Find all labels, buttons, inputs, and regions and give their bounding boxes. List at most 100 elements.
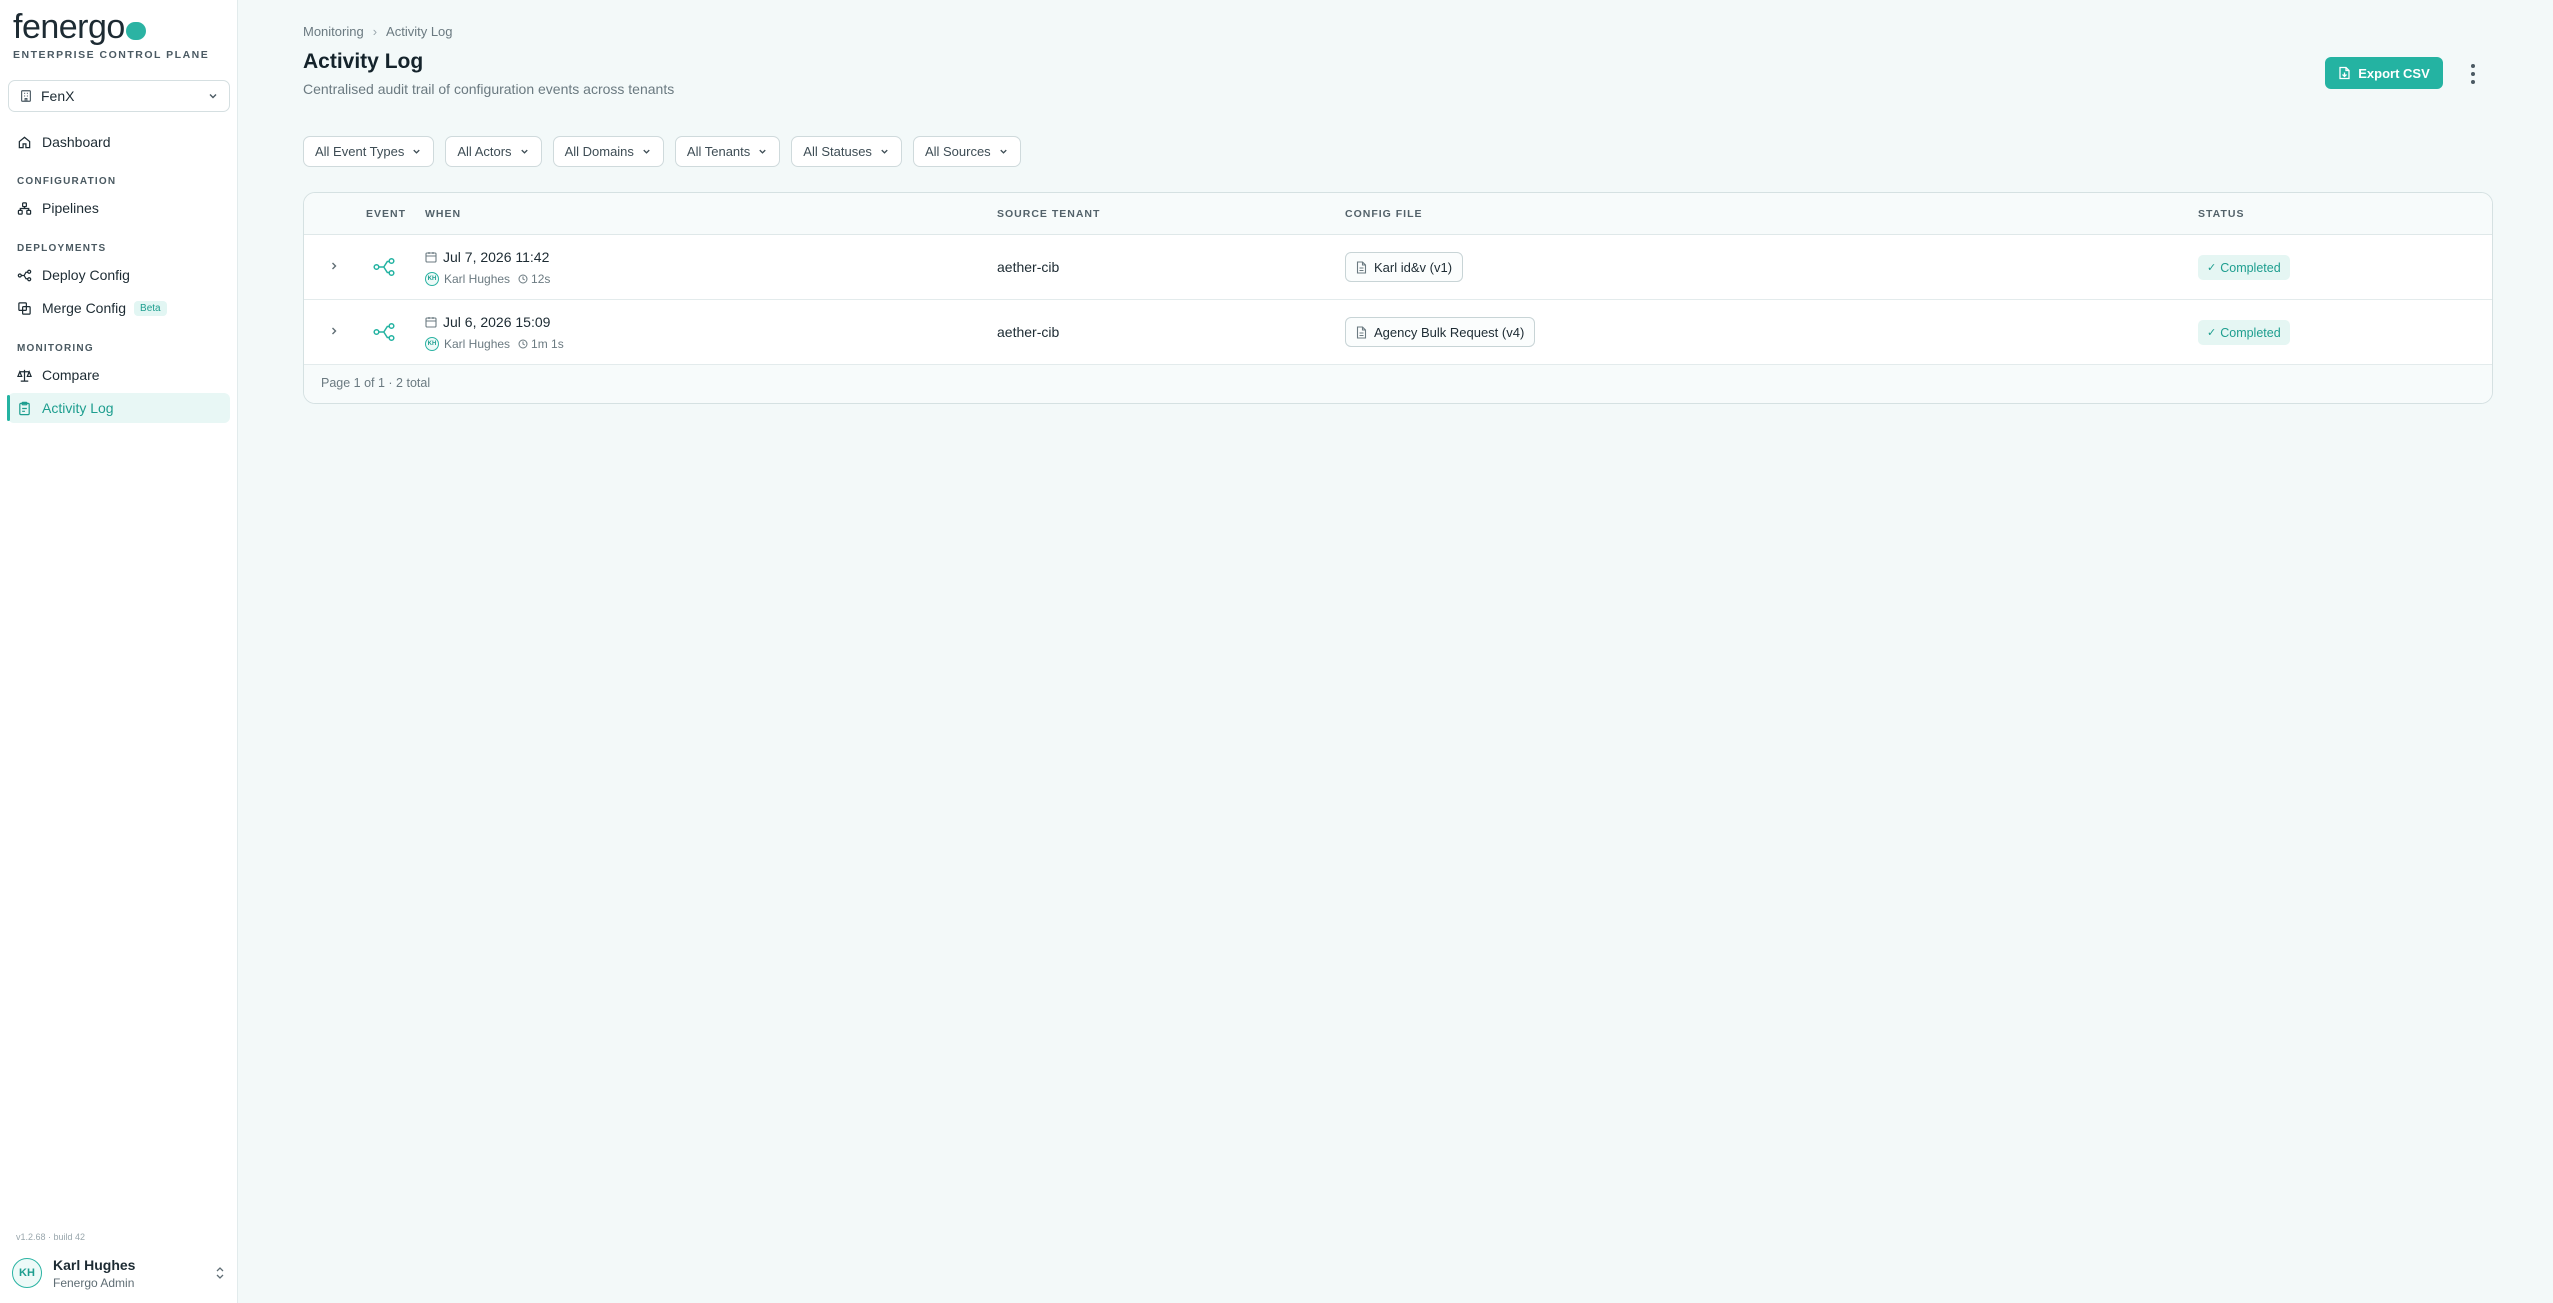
check-icon: ✓ [2207,327,2217,339]
user-menu[interactable]: KH Karl Hughes Fenergo Admin [12,1255,226,1291]
nav-section-configuration: CONFIGURATION [17,176,117,187]
filter-bar: All Event Types All Actors All Domains A… [303,136,1021,167]
deploy-event-icon [373,257,395,277]
table-row[interactable]: Jul 6, 2026 15:09 KH Karl Hughes 1m 1s a… [304,300,2492,365]
export-csv-label: Export CSV [2358,65,2430,81]
config-file-name: Agency Bulk Request (v4) [1374,324,1525,340]
scale-icon [17,369,32,382]
nav-section-monitoring: MONITORING [17,343,94,354]
source-tenant: aether-cib [997,324,1060,340]
chevron-down-icon [520,149,528,154]
config-file-chip[interactable]: Agency Bulk Request (v4) [1345,317,1536,347]
filter-event-types[interactable]: All Event Types [303,136,435,167]
brand-name: fenergo [13,8,125,46]
brand-dot-icon [125,21,146,40]
chevron-right-icon[interactable] [328,325,340,337]
status-label: Completed [2220,325,2281,340]
file-icon [1356,260,1367,274]
chevron-down-icon [999,149,1007,154]
sidebar-item-label: Pipelines [42,200,99,216]
sidebar-item-activity-log[interactable]: Activity Log [7,393,230,423]
sidebar-item-label: Activity Log [42,400,114,416]
export-csv-button[interactable]: Export CSV [2325,57,2443,89]
activity-table: EVENT WHEN SOURCE TENANT CONFIG FILE STA… [303,192,2493,404]
deploy-event-icon [373,322,395,342]
nav-section-deployments: DEPLOYMENTS [17,243,107,254]
filter-domains[interactable]: All Domains [552,136,664,167]
sidebar-item-pipelines[interactable]: Pipelines [8,193,230,223]
actor-avatar: KH [425,337,439,351]
chevron-down-icon [643,149,650,154]
brand-subtitle: ENTERPRISE CONTROL PLANE [13,49,210,61]
chevron-down-icon [413,149,421,154]
event-duration: 1m 1s [531,337,564,351]
sidebar-item-label: Merge Config [42,300,127,316]
chevron-down-icon [881,149,888,154]
check-icon: ✓ [2207,262,2217,274]
sidebar-item-deploy-config[interactable]: Deploy Config [8,260,230,290]
sidebar-item-merge-config[interactable]: Merge Config Beta [8,293,230,323]
status-label: Completed [2220,260,2281,275]
column-header-event: EVENT [366,208,407,220]
event-duration: 12s [531,272,551,286]
breadcrumb-separator-icon: › [372,24,378,39]
merge-icon [18,301,31,315]
sidebar-item-label: Compare [42,367,100,383]
sidebar: fenergo ENTERPRISE CONTROL PLANE FenX Da… [0,0,238,1303]
avatar: KH [12,1258,42,1288]
column-header-when: WHEN [425,208,462,220]
calendar-icon [425,252,437,263]
user-role: Fenergo Admin [53,1275,135,1290]
config-file-chip[interactable]: Karl id&v (v1) [1345,252,1464,282]
tenant-selector-value: FenX [41,88,75,104]
brand-logo[interactable]: fenergo ENTERPRISE CONTROL PLANE [13,8,209,61]
page-subtitle: Centralised audit trail of configuration… [303,81,675,97]
sidebar-item-label: Deploy Config [42,267,130,283]
pagination-summary: Page 1 of 1 · 2 total [321,376,431,390]
clock-icon [518,339,528,349]
breadcrumb-current: Activity Log [386,24,453,39]
event-date: Jul 7, 2026 11:42 [443,249,550,265]
chevron-down-icon [209,94,217,99]
table-footer [304,365,2492,403]
filter-tenants[interactable]: All Tenants [674,136,781,167]
filter-statuses[interactable]: All Statuses [791,136,902,167]
column-header-source-tenant: SOURCE TENANT [997,208,1101,220]
source-tenant: aether-cib [997,259,1060,275]
chevron-down-icon [759,149,766,154]
status-badge: ✓ Completed [2198,320,2290,345]
home-icon [18,136,31,148]
sidebar-item-label: Dashboard [42,134,111,150]
pipeline-icon [17,201,32,215]
clock-icon [518,274,528,284]
chevron-up-down-icon [216,1267,224,1279]
file-icon [1356,325,1367,339]
building-icon [21,90,31,102]
config-file-name: Karl id&v (v1) [1374,259,1453,275]
table-header: EVENT WHEN SOURCE TENANT CONFIG FILE STA… [304,193,2492,235]
event-actor: Karl Hughes [444,337,511,351]
sidebar-item-compare[interactable]: Compare [8,360,230,390]
clipboard-icon [19,401,30,415]
app-version: v1.2.68 · build 42 [16,1232,86,1242]
filter-sources[interactable]: All Sources [912,136,1021,167]
sidebar-item-dashboard[interactable]: Dashboard [8,127,230,157]
calendar-icon [425,317,437,328]
beta-badge: Beta [134,300,167,316]
column-header-status: STATUS [2198,208,2245,220]
table-row[interactable]: Jul 7, 2026 11:42 KH Karl Hughes 12s aet… [304,235,2492,300]
tenant-selector[interactable]: FenX [8,80,230,112]
main-content: Monitoring › Activity Log Activity Log C… [238,0,2553,1303]
user-name: Karl Hughes [53,1256,136,1273]
page-title: Activity Log [303,50,424,73]
filter-actors[interactable]: All Actors [445,136,542,167]
breadcrumb: Monitoring › Activity Log [303,24,453,39]
column-header-config-file: CONFIG FILE [1345,208,1423,220]
chevron-right-icon[interactable] [328,260,340,272]
breadcrumb-parent[interactable]: Monitoring [303,24,364,39]
event-actor: Karl Hughes [444,272,511,286]
event-date: Jul 6, 2026 15:09 [443,314,551,330]
status-badge: ✓ Completed [2198,255,2290,280]
deploy-icon [17,269,32,281]
more-options-icon[interactable] [2466,62,2480,86]
